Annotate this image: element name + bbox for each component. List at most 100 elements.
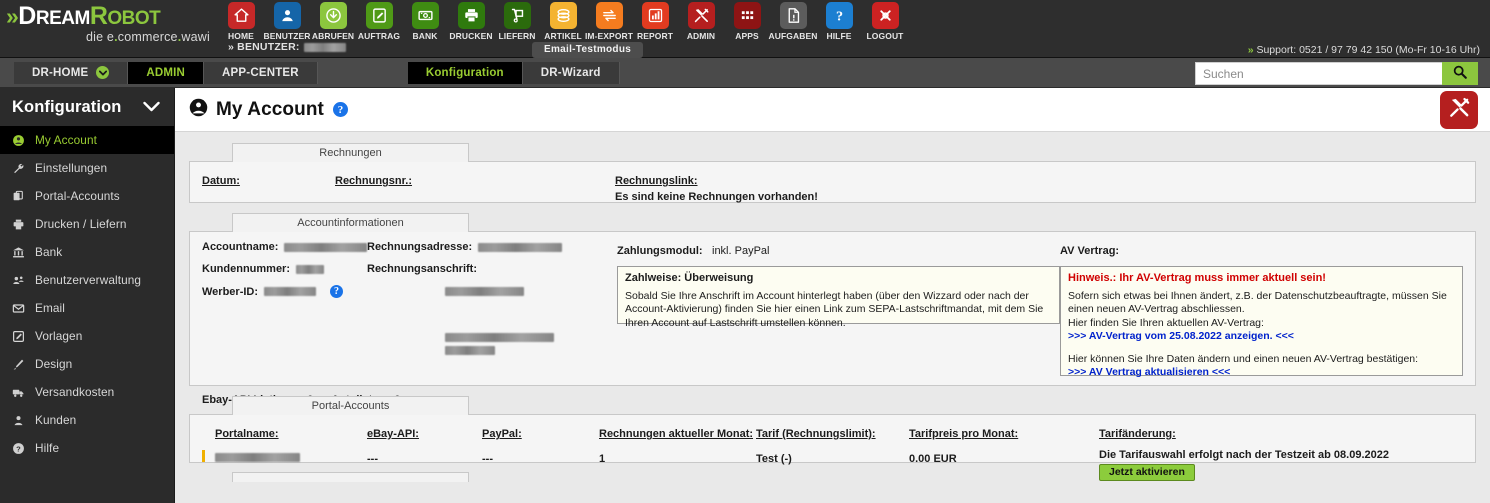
page-header: My Account ?: [175, 88, 1490, 132]
toolbar-item-bank[interactable]: BANK: [405, 2, 445, 41]
toolbar-item-hilfe[interactable]: ? HILFE: [819, 2, 859, 41]
sidebar-item-vorlagen[interactable]: Vorlagen: [0, 322, 174, 350]
person-icon: [11, 414, 26, 427]
nav-tab-admin[interactable]: ADMIN: [128, 61, 205, 84]
toolbar-item-liefern[interactable]: LIEFERN: [497, 2, 537, 41]
sidebar-item-email[interactable]: Email: [0, 294, 174, 322]
tarif-cell: Test (-): [756, 453, 792, 465]
sidebar-item-versandkosten[interactable]: Versandkosten: [0, 378, 174, 406]
main-toolbar: HOME BENUTZER ABRUFEN AUFTRAG BANK DRUCKEN LIE…: [218, 0, 908, 41]
chevron-down-icon[interactable]: [143, 98, 160, 117]
toolbar-item-label: ARTIKEL: [544, 31, 582, 41]
rechnungen-monat-cell: 1: [599, 453, 606, 465]
grid-icon: [733, 2, 761, 29]
sidebar-item-design[interactable]: Design: [0, 350, 174, 378]
av-view-contract-link[interactable]: >>> AV-Vertrag vom 25.08.2022 anzeigen. …: [1068, 330, 1455, 344]
printer-icon: [11, 218, 26, 231]
tagline-b: commerce: [117, 30, 178, 44]
sidebar-header[interactable]: Konfiguration: [0, 88, 174, 126]
nav-tab-dr-home[interactable]: DR-HOME: [14, 61, 129, 84]
toolbar-item-label: LOGOUT: [866, 31, 904, 41]
nav-tab-label: APP-CENTER: [222, 66, 299, 79]
user-icon: [273, 2, 301, 29]
toolbar-item-admin[interactable]: ADMIN: [681, 2, 721, 41]
accountname-label: Accountname:: [202, 241, 279, 253]
sidebar-item-label: Bank: [35, 245, 63, 259]
toolbar-item-logout[interactable]: LOGOUT: [865, 2, 905, 41]
sidebar-item-drucken-liefern[interactable]: Drucken / Liefern: [0, 210, 174, 238]
toolbar-item-apps[interactable]: APPS: [727, 2, 767, 41]
chevron-down-icon[interactable]: [96, 66, 110, 79]
portal-header-cell: eBay-API:: [367, 424, 482, 442]
nav-tab-app-center[interactable]: APP-CENTER: [204, 61, 318, 84]
brand-logo[interactable]: »DREAMROBOT die e.commerce.wawi: [0, 0, 218, 44]
toolbar-item-label: AUFGABEN: [768, 31, 818, 41]
portal-accounts-panel-tab[interactable]: Portal-Accounts: [232, 396, 469, 415]
toolbar-item-abrufen[interactable]: ABRUFEN: [312, 2, 354, 41]
toolbar-item-label: AUFTRAG: [357, 31, 401, 41]
zahlungsmodul-row: Zahlungsmodul: inkl. PayPal: [617, 241, 1060, 259]
kundennummer-value-redacted: [296, 264, 324, 274]
portal-col-header: Tarif (Rechnungslimit):: [756, 428, 876, 440]
av-notebox: Hinweis.: Ihr AV-Vertrag muss immer aktu…: [1060, 266, 1463, 378]
portal-col-header: PayPal:: [482, 428, 522, 440]
toolbar-item-home[interactable]: HOME: [221, 2, 261, 41]
svg-text:?: ?: [16, 444, 21, 453]
chart-icon: [641, 2, 669, 29]
sidebar-item-benutzerverwaltung[interactable]: Benutzerverwaltung: [0, 266, 174, 294]
account-icon: [11, 134, 26, 147]
portal-header-cell: Tarif (Rechnungslimit):: [756, 424, 909, 442]
home-icon: [227, 2, 255, 29]
search-button[interactable]: [1442, 62, 1478, 85]
activate-now-button[interactable]: Jetzt aktivieren: [1099, 464, 1195, 481]
toolbar-item-im-export[interactable]: IM-EXPORT: [585, 2, 633, 41]
tarifpreis-cell: 0.00 EUR: [909, 453, 957, 465]
sidebar-item-kunden[interactable]: Kunden: [0, 406, 174, 434]
toolbar-item-report[interactable]: REPORT: [635, 2, 675, 41]
invoices-panel: Rechnungen Datum: Rechnungsnr.: Rechnung…: [189, 142, 1476, 203]
av-text-3: Hier können Sie Ihre Daten ändern und ei…: [1068, 352, 1419, 365]
av-update-contract-link[interactable]: >>> AV Vertrag aktualisieren <<<: [1068, 366, 1455, 380]
rechnungsanschrift-line3-redacted: [445, 346, 495, 355]
zahlweise-header: Zahlweise: Überweisung: [625, 272, 754, 284]
navigation-bar: DR-HOME ADMIN APP-CENTER Konfiguration DR-W…: [0, 58, 1490, 88]
sidebar-item-einstellungen[interactable]: Einstellungen: [0, 154, 174, 182]
portal-accounts-panel-body: Portalname: eBay-API: PayPal: Rechnungen ak…: [189, 414, 1476, 481]
accountname-value-redacted: [284, 242, 367, 252]
sidebar-item-my-account[interactable]: My Account: [0, 126, 174, 154]
primary-tabs: DR-HOME ADMIN APP-CENTER: [14, 61, 318, 84]
sidebar-item-hilfe[interactable]: ? Hilfe: [0, 434, 174, 462]
invoices-col-rechnungslink: Rechnungslink:: [615, 175, 698, 187]
nav-subtab-konfiguration[interactable]: Konfiguration: [407, 61, 523, 84]
page-help-icon[interactable]: ?: [332, 102, 348, 117]
kundennummer-label: Kundennummer:: [202, 263, 290, 275]
rechnungsadresse-value-redacted: [478, 242, 563, 252]
account-info-panel-tab[interactable]: Accountinformationen: [232, 213, 469, 232]
toolbar-item-label: APPS: [735, 31, 759, 41]
portal-header-cell: Tarifänderung:: [1099, 424, 1463, 442]
av-contract-col: AV Vertrag: Hinweis.: Ihr AV-Vertrag mus…: [1060, 241, 1463, 378]
portal-header-cell: Tarifpreis pro Monat:: [909, 424, 1099, 442]
toolbar-item-benutzer[interactable]: BENUTZER: [263, 2, 310, 41]
toolbar-item-drucken[interactable]: DRUCKEN: [449, 2, 493, 41]
av-label-row: AV Vertrag:: [1060, 241, 1463, 259]
toolbar-item-auftrag[interactable]: AUFTRAG: [357, 2, 401, 41]
sidebar-item-portal-accounts[interactable]: Portal-Accounts: [0, 182, 174, 210]
av-text-1: Sofern sich etwas bei Ihnen ändert, z.B.…: [1068, 289, 1447, 316]
werber-id-help-icon[interactable]: ?: [330, 285, 344, 298]
werber-id-row: Werber-ID: ?: [202, 285, 367, 298]
toolbar-item-artikel[interactable]: ARTIKEL: [543, 2, 583, 41]
benutzer-label: » BENUTZER:: [228, 41, 300, 53]
admin-tools-button[interactable]: [1440, 91, 1478, 129]
zahlweise-text: Sobald Sie Ihre Anschrift im Account hin…: [625, 289, 1044, 329]
table-row[interactable]: --- --- 1 Test (-) 0.00 EUR Die Tarifaus…: [202, 449, 1463, 481]
toolbar-item-aufgaben[interactable]: AUFGABEN: [769, 2, 817, 41]
nav-subtab-dr-wizard[interactable]: DR-Wizard: [522, 61, 620, 84]
invoices-panel-tab[interactable]: Rechnungen: [232, 143, 469, 162]
toolbar-item-label: ADMIN: [686, 31, 716, 41]
top-bar: »DREAMROBOT die e.commerce.wawi HOME BENU…: [0, 0, 1490, 58]
sidebar-item-bank[interactable]: Bank: [0, 238, 174, 266]
tools-icon: [1448, 96, 1471, 124]
search-input[interactable]: [1195, 62, 1442, 85]
page-title: My Account: [216, 98, 324, 120]
